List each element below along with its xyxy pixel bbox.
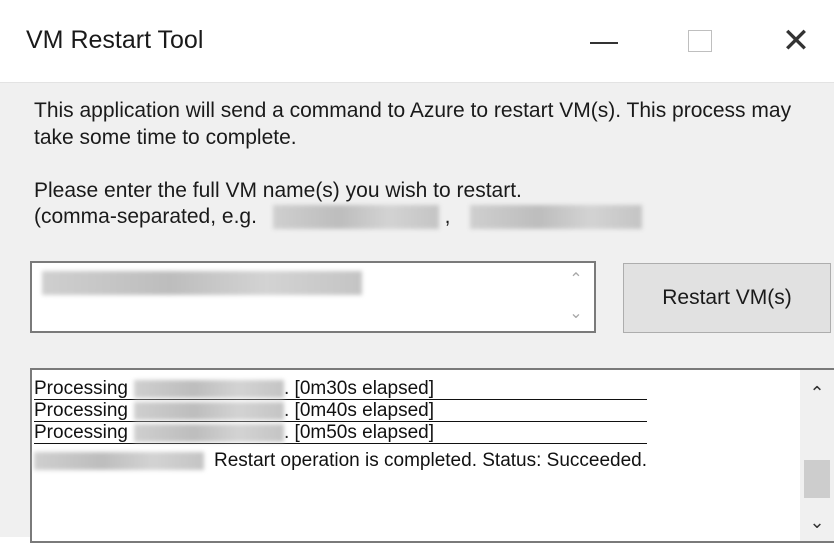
scroll-up-icon[interactable]: ⌃ — [800, 384, 834, 402]
log-line-prefix: Processing — [34, 399, 128, 421]
redacted-vm-input-text — [42, 271, 362, 295]
close-icon: ✕ — [781, 22, 811, 60]
log-line-suffix: Restart operation is completed. Status: … — [214, 450, 648, 471]
example-separator: , — [444, 205, 451, 228]
minimize-icon — [590, 42, 618, 44]
log-lines: Processing . [0m30s elapsed] Processing … — [34, 377, 648, 472]
window-body: This application will send a command to … — [0, 83, 834, 543]
scroll-thumb[interactable] — [804, 460, 830, 498]
log-line: Restart operation is completed. Status: … — [34, 450, 647, 472]
log-line-prefix: Processing — [34, 421, 128, 443]
window-title: VM Restart Tool — [26, 26, 204, 54]
redacted-vm-name — [34, 452, 204, 470]
input-scrollbar[interactable]: ⌃ ⌄ — [558, 263, 594, 331]
redacted-vm-name — [134, 401, 284, 420]
output-log[interactable]: Processing . [0m30s elapsed] Processing … — [30, 368, 834, 543]
redacted-vm-name — [134, 423, 284, 442]
log-scrollbar[interactable]: ⌃ ⌄ — [800, 370, 834, 541]
minimize-button[interactable] — [564, 0, 644, 82]
maximize-icon — [688, 30, 712, 52]
log-line: Processing . [0m50s elapsed] — [34, 421, 648, 444]
instructions: Please enter the full VM name(s) you wis… — [34, 178, 804, 230]
instructions-line2: (comma-separated, e.g. , — [34, 204, 804, 230]
instructions-line1: Please enter the full VM name(s) you wis… — [34, 179, 522, 202]
vm-names-input[interactable]: ⌃ ⌄ — [30, 261, 596, 333]
log-line: Processing . [0m40s elapsed] — [34, 399, 648, 422]
log-line-suffix: . [0m50s elapsed] — [284, 421, 434, 443]
log-line: Processing . [0m30s elapsed] — [34, 377, 648, 400]
example-prefix: (comma-separated, e.g. — [34, 205, 257, 228]
restart-vms-button[interactable]: Restart VM(s) — [623, 263, 831, 333]
redacted-example-vm-2 — [470, 205, 643, 230]
chevron-down-icon[interactable]: ⌄ — [569, 306, 582, 322]
maximize-button[interactable] — [660, 0, 740, 82]
chevron-up-icon[interactable]: ⌃ — [569, 272, 582, 288]
description-text: This application will send a command to … — [34, 99, 792, 149]
title-bar: VM Restart Tool ✕ — [0, 0, 834, 83]
redacted-example-vm-1 — [272, 205, 439, 230]
redacted-vm-name — [134, 379, 284, 398]
log-line-prefix: Processing — [34, 377, 128, 399]
close-button[interactable]: ✕ — [756, 0, 834, 82]
log-line-suffix: . [0m30s elapsed] — [284, 377, 434, 399]
scroll-down-icon[interactable]: ⌄ — [800, 513, 834, 531]
log-line-suffix: . [0m40s elapsed] — [284, 399, 434, 421]
